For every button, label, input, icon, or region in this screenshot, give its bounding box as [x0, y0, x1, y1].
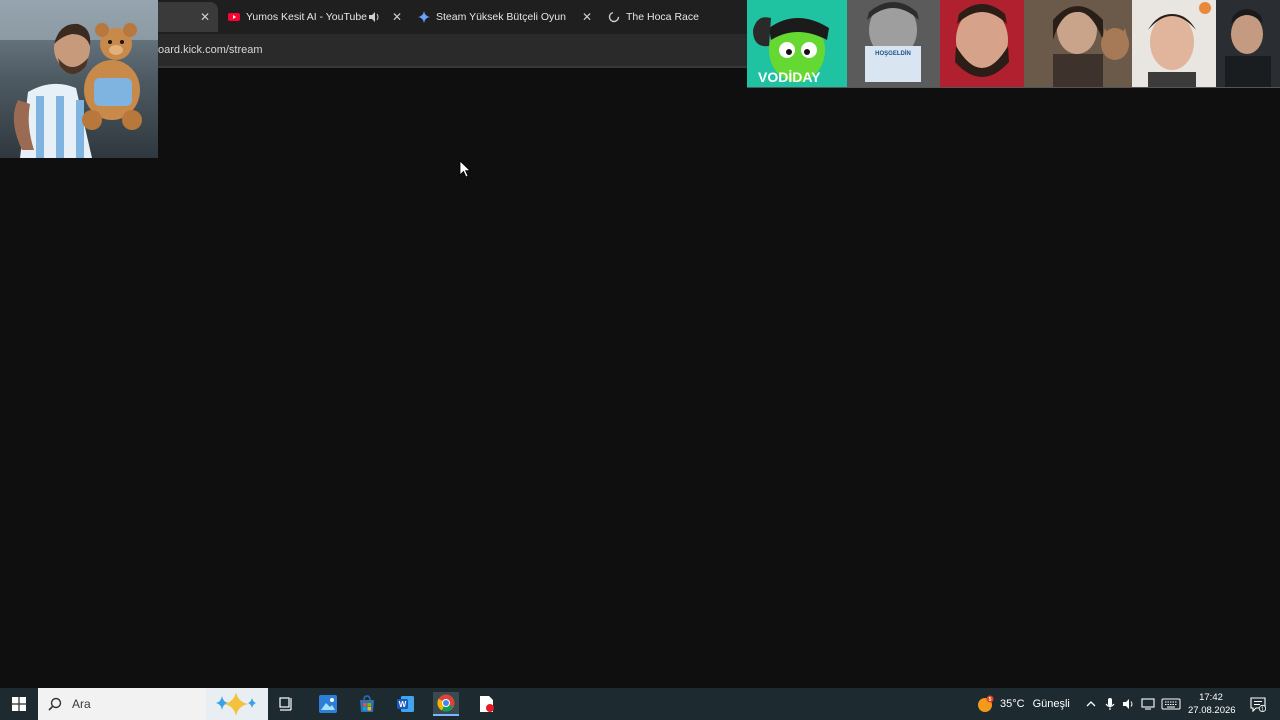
weather-temperature: 35°C	[1000, 698, 1025, 710]
taskbar-app-recorder[interactable]	[473, 692, 499, 716]
network-monitor-icon[interactable]	[1141, 698, 1155, 710]
svg-text:5: 5	[989, 697, 992, 703]
photos-app-icon	[319, 695, 337, 713]
tab-hoca-race[interactable]: The Hoca Race	[608, 2, 738, 32]
speaker-icon[interactable]	[368, 11, 380, 23]
tab-label: Yumos Kesit AI - YouTube	[246, 11, 368, 23]
clock-time: 17:42	[1199, 692, 1223, 703]
youtube-icon	[228, 13, 240, 21]
microsoft-store-icon	[360, 695, 374, 712]
tab-youtube[interactable]: Yumos Kesit AI - YouTube ✕	[228, 2, 410, 32]
loading-spinner-icon	[608, 11, 620, 23]
search-placeholder: Ara	[72, 697, 91, 711]
streamer-collage-overlay-image: VODİDAY HOŞGELDİN	[747, 0, 1280, 88]
svg-text:W: W	[399, 700, 407, 709]
word-icon: W	[397, 696, 414, 712]
player-teddy-overlay-image	[0, 0, 158, 158]
tab-close-icon[interactable]: ✕	[198, 10, 212, 24]
microphone-icon[interactable]	[1104, 697, 1116, 711]
chevron-up-icon[interactable]	[1085, 698, 1097, 710]
weather-widget[interactable]: 5 35°C Güneşli	[976, 688, 1070, 720]
search-highlight-image	[206, 688, 268, 720]
tab-label: The Hoca Race	[626, 11, 699, 23]
taskbar-app-chrome[interactable]	[433, 692, 459, 716]
tab-close-icon[interactable]: ✕	[390, 10, 404, 24]
volume-icon[interactable]	[1122, 698, 1136, 710]
taskbar-search-box[interactable]: Ara	[38, 688, 268, 720]
system-tray-icons	[1085, 688, 1181, 720]
taskbar-app-photos[interactable]	[315, 692, 341, 716]
chrome-icon	[437, 694, 455, 712]
url-text[interactable]: oard.kick.com/stream	[158, 44, 263, 56]
tab-label: Steam Yüksek Bütçeli Oyun Ön	[436, 11, 568, 23]
taskbar-clock[interactable]: 17:42 27.08.2026	[1188, 691, 1236, 717]
task-view-button[interactable]	[274, 692, 300, 716]
search-icon	[48, 697, 62, 711]
mouse-cursor-icon	[459, 160, 471, 178]
welcome-sign-text: HOŞGELDİN	[875, 50, 911, 57]
gemini-star-icon	[418, 11, 430, 23]
vodiday-logo-text: VODİDAY	[758, 69, 821, 85]
keyboard-icon[interactable]	[1161, 698, 1181, 710]
start-button[interactable]	[0, 688, 38, 720]
document-record-icon	[480, 696, 494, 712]
taskbar-app-store[interactable]	[354, 692, 380, 716]
taskbar-app-word[interactable]: W	[393, 692, 419, 716]
notification-center-icon[interactable]: 1	[1250, 696, 1266, 712]
weather-description: Güneşli	[1032, 698, 1070, 710]
tab-close-icon[interactable]: ✕	[580, 10, 594, 24]
task-view-icon	[279, 697, 292, 711]
svg-text:1: 1	[1261, 706, 1264, 712]
tab-steam[interactable]: Steam Yüksek Bütçeli Oyun Ön ✕	[418, 2, 600, 32]
screen: d ✕ Yumos Kesit AI - YouTube ✕ Steam Yük…	[0, 0, 1280, 720]
sun-weather-icon: 5	[978, 695, 994, 712]
windows-logo-icon	[12, 697, 26, 711]
page-content	[0, 68, 1280, 688]
clock-date: 27.08.2026	[1188, 705, 1236, 716]
windows-taskbar: Ara W 5 35°C Güneşli 17:42 27.08.2026 1	[0, 688, 1280, 720]
